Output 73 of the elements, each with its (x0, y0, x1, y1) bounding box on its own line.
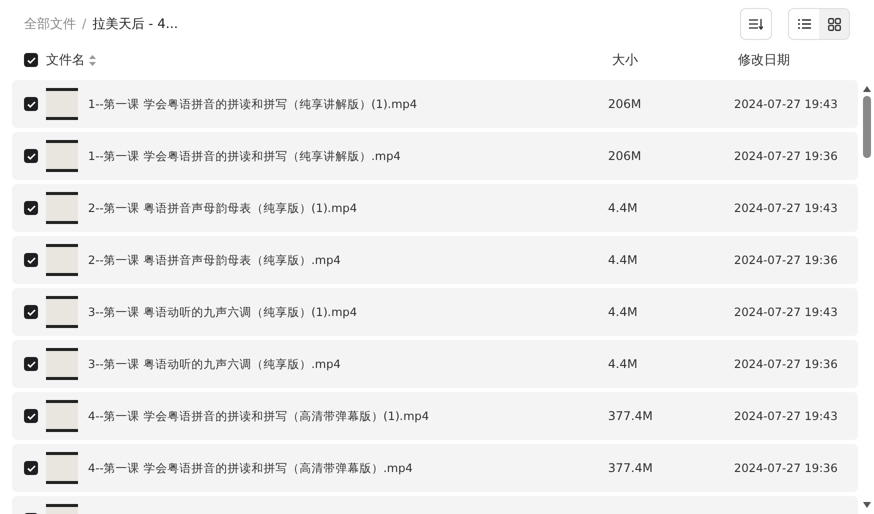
row-checkbox[interactable] (24, 201, 38, 215)
file-row[interactable]: 1--第一课 学会粤语拼音的拼读和拼写（纯享讲解版）(1).mp4 206M 2024-07-27 19:43 (12, 80, 858, 128)
video-thumbnail (46, 192, 78, 224)
check-icon (26, 464, 36, 472)
file-size: 206M (608, 149, 642, 163)
video-thumbnail (46, 88, 78, 120)
modified-date: 2024-07-27 19:36 (734, 461, 838, 475)
row-checkbox[interactable] (24, 253, 38, 267)
column-header: 大小 (612, 52, 638, 69)
scroll-down-icon[interactable] (863, 502, 871, 508)
file-name: 3--第一课 粤语动听的九声六调（纯享版）.mp4 (88, 356, 342, 372)
file-name: 4--第一课 学会粤语拼音的拼读和拼写（高清带弹幕版）.mp4 (88, 460, 414, 476)
file-size: 206M (608, 97, 642, 111)
sort-button[interactable] (740, 8, 772, 40)
row-checkbox[interactable] (24, 357, 38, 371)
modified-date: 2024-07-27 19:36 (734, 357, 838, 371)
sort-arrows-icon (89, 54, 96, 66)
video-thumbnail (46, 296, 78, 328)
select-all-checkbox[interactable] (24, 53, 38, 67)
file-size: 377.4M (608, 461, 654, 475)
scrollbar-thumb[interactable] (863, 96, 871, 158)
check-icon (26, 204, 36, 212)
file-name: 2--第一课 粤语拼音声母韵母表（纯享版）.mp4 (88, 252, 342, 268)
check-icon (26, 360, 36, 368)
check-icon (26, 152, 36, 160)
file-name: 3--第一课 粤语动听的九声六调（纯享版）(1).mp4 (88, 304, 358, 320)
column-header: 修改日期 (738, 52, 790, 69)
modified-date: 2024-07-27 19:43 (734, 305, 838, 319)
breadcrumb-link[interactable]: 全部文件 (24, 15, 76, 33)
row-checkbox[interactable] (24, 97, 38, 111)
check-icon (26, 308, 36, 316)
row-checkbox[interactable] (24, 149, 38, 163)
video-thumbnail (46, 452, 78, 484)
breadcrumb-separator: / (82, 16, 86, 32)
file-size: 4.4M (608, 253, 638, 267)
row-checkbox[interactable] (24, 409, 38, 423)
list-icon (798, 19, 810, 29)
grid-icon (828, 18, 840, 30)
modified-date: 2024-07-27 19:36 (734, 149, 838, 163)
file-row[interactable]: 2--第一课 粤语拼音声母韵母表（纯享版）.mp4 4.4M 2024-07-27 19:36 (12, 236, 858, 284)
file-row[interactable]: 4--第一课 学会粤语拼音的拼读和拼写（高清带弹幕版）.mp4 377.4M 2024-07-27 19:36 (12, 444, 858, 492)
file-row[interactable]: 2--第一课 粤语拼音声母韵母表（纯享版）(1).mp4 4.4M 2024-07-27 19:43 (12, 184, 858, 232)
modified-date: 2024-07-27 19:43 (734, 97, 838, 111)
file-name: 2--第一课 粤语拼音声母韵母表（纯享版）(1).mp4 (88, 200, 358, 216)
file-size: 4.4M (608, 357, 638, 371)
modified-date: 2024-07-27 19:36 (734, 253, 838, 267)
file-row[interactable]: 4--第一课 学会粤语拼音的拼读和拼写（高清带弹幕版）(1).mp4 377.4M 2024-07-27 19:43 (12, 392, 858, 440)
file-row[interactable]: 3--第一课 粤语动听的九声六调（纯享版）(1).mp4 4.4M 2024-07-27 19:43 (12, 288, 858, 336)
file-name: 1--第一课 学会粤语拼音的拼读和拼写（纯享讲解版）.mp4 (88, 148, 402, 164)
video-thumbnail (46, 244, 78, 276)
file-size: 377.4M (608, 409, 654, 423)
video-thumbnail (46, 140, 78, 172)
row-checkbox[interactable] (24, 461, 38, 475)
file-name: 1--第一课 学会粤语拼音的拼读和拼写（纯享讲解版）(1).mp4 (88, 96, 418, 112)
file-size: 4.4M (608, 201, 638, 215)
breadcrumb-link[interactable]: 拉美天后 - 4... (92, 15, 178, 33)
scroll-up-icon[interactable] (863, 86, 871, 92)
file-row[interactable]: 3--第一课 粤语动听的九声六调（纯享版）.mp4 4.4M 2024-07-27 19:36 (12, 340, 858, 388)
modified-date: 2024-07-27 19:43 (734, 201, 838, 215)
sort-icon (749, 18, 763, 30)
file-name: 4--第一课 学会粤语拼音的拼读和拼写（高清带弹幕版）(1).mp4 (88, 408, 430, 424)
grid-view-button[interactable] (819, 9, 849, 39)
check-icon (26, 56, 36, 64)
video-thumbnail (46, 400, 78, 432)
column-header[interactable]: 文件名 (46, 51, 96, 69)
check-icon (26, 412, 36, 420)
file-row[interactable]: 1--第一课 学会粤语拼音的拼读和拼写（纯享讲解版）.mp4 206M 2024-07-27 19:36 (12, 132, 858, 180)
check-icon (26, 256, 36, 264)
modified-date: 2024-07-27 19:43 (734, 409, 838, 423)
file-size: 4.4M (608, 305, 638, 319)
video-thumbnail (46, 348, 78, 380)
row-checkbox[interactable] (24, 305, 38, 319)
check-icon (26, 100, 36, 108)
